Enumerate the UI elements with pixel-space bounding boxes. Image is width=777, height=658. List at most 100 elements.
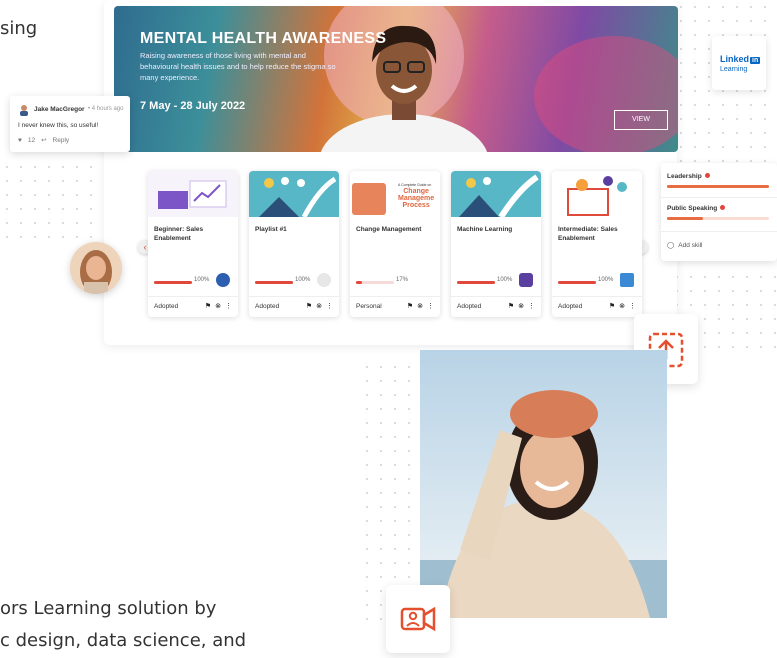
thumb-heading-line: Change [403, 188, 429, 195]
body-text-line-2: c design, data science, and [0, 630, 247, 651]
heart-icon[interactable]: ♥ [18, 137, 22, 144]
skill-dot [704, 173, 710, 178]
hexagon-badge-icon [519, 273, 533, 287]
divider [661, 197, 777, 198]
more-icon[interactable]: ⋮ [326, 302, 333, 310]
body-text-line-1: ors Learning solution by [0, 598, 217, 619]
course-card[interactable]: Machine Learning 100% Adopted ⚑ ⊗ ⋮ [451, 171, 541, 317]
course-progress-bar [255, 281, 293, 284]
student-photo-art [420, 350, 667, 618]
course-progress-text: 100% [295, 277, 311, 283]
hero-dates: 7 May - 28 July 2022 [140, 100, 246, 112]
course-progress-bar [356, 281, 394, 284]
course-card[interactable]: A Complete Guide on Change Manageme Proc… [350, 171, 440, 317]
skills-panel: Leadership Public Speaking ◯ Add skill [661, 163, 777, 261]
comment-author: Jake MacGregor [34, 106, 85, 113]
comment-time: • 4 hours ago [88, 106, 124, 112]
more-icon[interactable]: ⋮ [427, 302, 434, 310]
course-card[interactable]: Playlist #1 100% Adopted ⚑ ⊗ ⋮ [249, 171, 339, 317]
course-footer: Adopted ⚑ ⊗ ⋮ [552, 296, 642, 317]
reply-button[interactable]: Reply [53, 137, 70, 144]
thumb-heading-line: Process [402, 202, 430, 209]
hero-description: Raising awareness of those living with m… [140, 51, 336, 82]
course-progress-bar [558, 281, 596, 284]
course-status: Adopted [457, 303, 482, 310]
course-progress-text: 100% [598, 277, 614, 283]
course-title: Change Management [356, 226, 422, 233]
skill-public-speaking[interactable]: Public Speaking [667, 205, 773, 220]
comment-card: Jake MacGregor • 4 hours ago I never kne… [10, 96, 130, 152]
flag-icon[interactable]: ⚑ [407, 302, 413, 310]
comment-text: I never knew this, so useful! [18, 122, 99, 129]
course-thumbnail: A Complete Guide on Change Manageme Proc… [350, 171, 440, 217]
thumb-figure [352, 183, 386, 215]
intro-text-fragment: sing [0, 18, 38, 39]
course-progress-bar [457, 281, 495, 284]
student-photo [420, 350, 667, 618]
skill-dot [720, 205, 726, 210]
course-footer: Adopted ⚑ ⊗ ⋮ [451, 296, 541, 317]
hero-banner: MENTAL HEALTH AWARENESS Raising awarenes… [114, 6, 678, 152]
close-circle-icon[interactable]: ⊗ [619, 302, 625, 310]
course-title: Machine Learning [457, 226, 513, 233]
user-avatar-icon [20, 105, 28, 116]
more-icon[interactable]: ⋮ [225, 302, 232, 310]
flag-icon[interactable]: ⚑ [508, 302, 514, 310]
reply-icon[interactable]: ↩ [41, 136, 46, 144]
avatar [70, 242, 122, 294]
course-badge-icon [620, 273, 634, 287]
skill-bar [667, 185, 769, 188]
flag-icon[interactable]: ⚑ [205, 302, 211, 310]
flag-icon[interactable]: ⚑ [306, 302, 312, 310]
close-circle-icon[interactable]: ⊗ [215, 302, 221, 310]
add-skill-button[interactable]: ◯ Add skill [667, 241, 703, 250]
skill-bar [667, 217, 769, 220]
course-status: Personal [356, 303, 382, 310]
hero-art [534, 36, 678, 152]
linkedin-learning-label: Learning [720, 66, 748, 73]
video-camera-icon [400, 606, 436, 632]
video-card[interactable] [386, 585, 450, 653]
course-title: Intermediate: Sales Enablement [558, 226, 618, 242]
course-thumbnail [451, 171, 541, 217]
thumb-heading: Change Manageme Process [398, 188, 434, 209]
thumb-heading-line: Manageme [398, 195, 435, 202]
thumb-subtitle: A Complete Guide on [398, 183, 432, 187]
course-badge-icon [216, 273, 230, 287]
view-button[interactable]: VIEW [614, 110, 668, 130]
skill-label: Leadership [667, 173, 702, 180]
linkedin-in-badge: in [750, 57, 761, 64]
course-status: Adopted [558, 303, 583, 310]
close-circle-icon[interactable]: ⊗ [316, 302, 322, 310]
course-progress-text: 100% [194, 277, 210, 283]
dot-pattern [360, 360, 420, 620]
course-progress-text: 100% [497, 277, 513, 283]
close-circle-icon[interactable]: ⊗ [518, 302, 524, 310]
course-thumbnail [148, 171, 238, 217]
close-circle-icon[interactable]: ⊗ [417, 302, 423, 310]
like-count: 12 [27, 136, 36, 144]
award-ribbon-icon [317, 273, 331, 287]
course-footer: Adopted ⚑ ⊗ ⋮ [148, 296, 238, 317]
course-progress-text: 17% [396, 277, 409, 283]
avatar-portrait [70, 242, 122, 294]
course-status: Adopted [255, 303, 280, 310]
linkedin-learning-logo: Linked in Learning [712, 36, 766, 90]
more-icon[interactable]: ⋮ [629, 302, 636, 310]
course-thumbnail [249, 171, 339, 217]
course-title: Playlist #1 [255, 226, 287, 233]
course-footer: Adopted ⚑ ⊗ ⋮ [249, 296, 339, 317]
add-circle-icon: ◯ [667, 242, 675, 249]
course-footer: Personal ⚑ ⊗ ⋮ [350, 296, 440, 317]
course-thumbnail [552, 171, 642, 217]
more-icon[interactable]: ⋮ [528, 302, 535, 310]
linkedin-word: Linked [720, 54, 750, 64]
flag-icon[interactable]: ⚑ [609, 302, 615, 310]
course-progress-bar [154, 281, 192, 284]
hero-title: MENTAL HEALTH AWARENESS [140, 30, 387, 47]
divider [661, 231, 777, 232]
course-title: Beginner: Sales Enablement [154, 226, 204, 242]
course-card[interactable]: Beginner: Sales Enablement 100% Adopted … [148, 171, 238, 317]
course-card[interactable]: Intermediate: Sales Enablement 100% Adop… [552, 171, 642, 317]
skill-leadership[interactable]: Leadership [667, 173, 773, 188]
